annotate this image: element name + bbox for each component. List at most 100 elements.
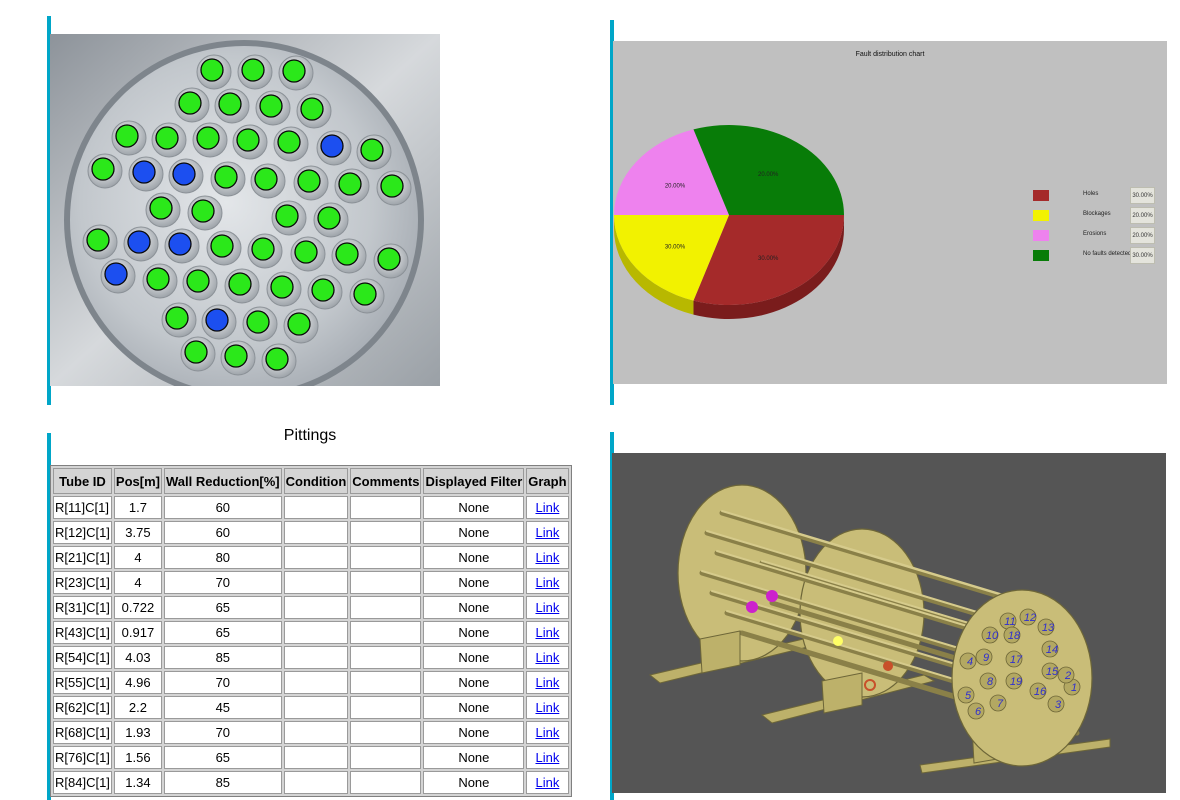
cell-graph: Link [526, 721, 569, 744]
graph-link[interactable]: Link [535, 750, 559, 765]
graph-link[interactable]: Link [535, 625, 559, 640]
tube-marker-fault [172, 162, 196, 186]
cell-tube-id: R[21]C[1] [53, 546, 112, 569]
cell-wall-reduction: 65 [163, 596, 282, 619]
legend-label: No faults detected [1083, 251, 1132, 257]
table-row: R[11]C[1] 1.7 60 None Link [53, 496, 569, 519]
cell-graph: Link [526, 646, 569, 669]
tube-number-label: 1 [1071, 682, 1077, 694]
tube-marker-ok [300, 97, 324, 121]
cell-wall-reduction: 85 [163, 646, 282, 669]
cell-condition [283, 696, 349, 719]
cell-comments [350, 721, 422, 744]
cell-displayed-filter: None [423, 571, 525, 594]
cell-wall-reduction: 70 [163, 671, 282, 694]
tube-marker-ok [277, 130, 301, 154]
tube-marker-ok [317, 206, 341, 230]
tube-marker-ok [246, 310, 270, 334]
cell-pos: 1.7 [113, 496, 162, 519]
cell-displayed-filter: None [423, 521, 525, 544]
cell-condition [283, 571, 349, 594]
graph-link[interactable]: Link [535, 700, 559, 715]
tube-marker-ok [155, 126, 179, 150]
cell-displayed-filter: None [423, 596, 525, 619]
tube-marker-ok [377, 247, 401, 271]
table-row: R[55]C[1] 4.96 70 None Link [53, 671, 569, 694]
graph-link[interactable]: Link [535, 550, 559, 565]
tube-marker-ok [218, 92, 242, 116]
cell-pos: 0.722 [113, 596, 162, 619]
pittings-table: Tube ID Pos[m] Wall Reduction[%] Conditi… [50, 465, 572, 797]
tube-marker-ok [353, 282, 377, 306]
cell-wall-reduction: 70 [163, 721, 282, 744]
tube-marker-ok [86, 228, 110, 252]
graph-link[interactable]: Link [535, 725, 559, 740]
tube-marker-ok [380, 174, 404, 198]
tube-number-label: 5 [965, 690, 972, 702]
tube-marker-ok [297, 169, 321, 193]
cell-condition [283, 771, 349, 794]
col-displayed-filter: Displayed Filter [423, 468, 525, 494]
tube-number-label: 19 [1010, 676, 1022, 688]
cell-comments [350, 696, 422, 719]
cell-comments [350, 571, 422, 594]
cell-wall-reduction: 85 [163, 771, 282, 794]
cell-displayed-filter: None [423, 771, 525, 794]
graph-link[interactable]: Link [535, 525, 559, 540]
graph-link[interactable]: Link [535, 650, 559, 665]
cell-condition [283, 671, 349, 694]
cell-tube-id: R[84]C[1] [53, 771, 112, 794]
table-row: R[84]C[1] 1.34 85 None Link [53, 771, 569, 794]
chart-legend: Holes 30.00% Blockages 20.00% Erosions 2… [1033, 187, 1163, 270]
tube-number-label: 13 [1042, 622, 1055, 634]
tube-sheet-panel [50, 34, 440, 400]
tube-marker-ok [251, 237, 275, 261]
col-tube-id: Tube ID [53, 468, 112, 494]
col-graph: Graph [526, 468, 569, 494]
graph-link[interactable]: Link [535, 675, 559, 690]
tube-marker-fault [168, 232, 192, 256]
tube-number-label: 18 [1008, 630, 1021, 642]
tube-sheet-photo [50, 34, 440, 400]
tube-marker-ok [214, 165, 238, 189]
cell-displayed-filter: None [423, 721, 525, 744]
legend-label: Blockages [1083, 211, 1111, 217]
cell-comments [350, 746, 422, 769]
cell-comments [350, 771, 422, 794]
tube-marker-ok [311, 278, 335, 302]
tube-number-label: 16 [1034, 686, 1047, 698]
graph-link[interactable]: Link [535, 500, 559, 515]
graph-link[interactable]: Link [535, 600, 559, 615]
tube-marker-fault [132, 160, 156, 184]
cell-condition [283, 496, 349, 519]
graph-link[interactable]: Link [535, 575, 559, 590]
cell-wall-reduction: 80 [163, 546, 282, 569]
graph-link[interactable]: Link [535, 775, 559, 790]
tube-number-label: 14 [1046, 644, 1058, 656]
tube-number-label: 7 [997, 698, 1004, 710]
cell-comments [350, 496, 422, 519]
cell-pos: 2.2 [113, 696, 162, 719]
tube-marker-ok [165, 306, 189, 330]
cell-tube-id: R[23]C[1] [53, 571, 112, 594]
fault-chart-panel: Fault distribution chart 30.00% 30.00% 20.… [613, 41, 1167, 384]
cell-comments [350, 671, 422, 694]
cell-displayed-filter: None [423, 496, 525, 519]
cell-comments [350, 596, 422, 619]
cell-wall-reduction: 65 [163, 621, 282, 644]
tube-marker-ok [360, 138, 384, 162]
cell-pos: 4.03 [113, 646, 162, 669]
cell-pos: 4 [113, 546, 162, 569]
table-row: R[68]C[1] 1.93 70 None Link [53, 721, 569, 744]
tube-number-label: 17 [1010, 654, 1023, 666]
tube-number-label: 9 [983, 652, 989, 664]
cell-tube-id: R[76]C[1] [53, 746, 112, 769]
cell-condition [283, 721, 349, 744]
cell-displayed-filter: None [423, 646, 525, 669]
table-row: R[62]C[1] 2.2 45 None Link [53, 696, 569, 719]
col-pos: Pos[m] [113, 468, 162, 494]
pittings-grid: Tube ID Pos[m] Wall Reduction[%] Conditi… [50, 465, 572, 797]
pie-slice-label: 30.00% [665, 245, 686, 251]
tube-marker-ok [91, 157, 115, 181]
cell-graph: Link [526, 521, 569, 544]
